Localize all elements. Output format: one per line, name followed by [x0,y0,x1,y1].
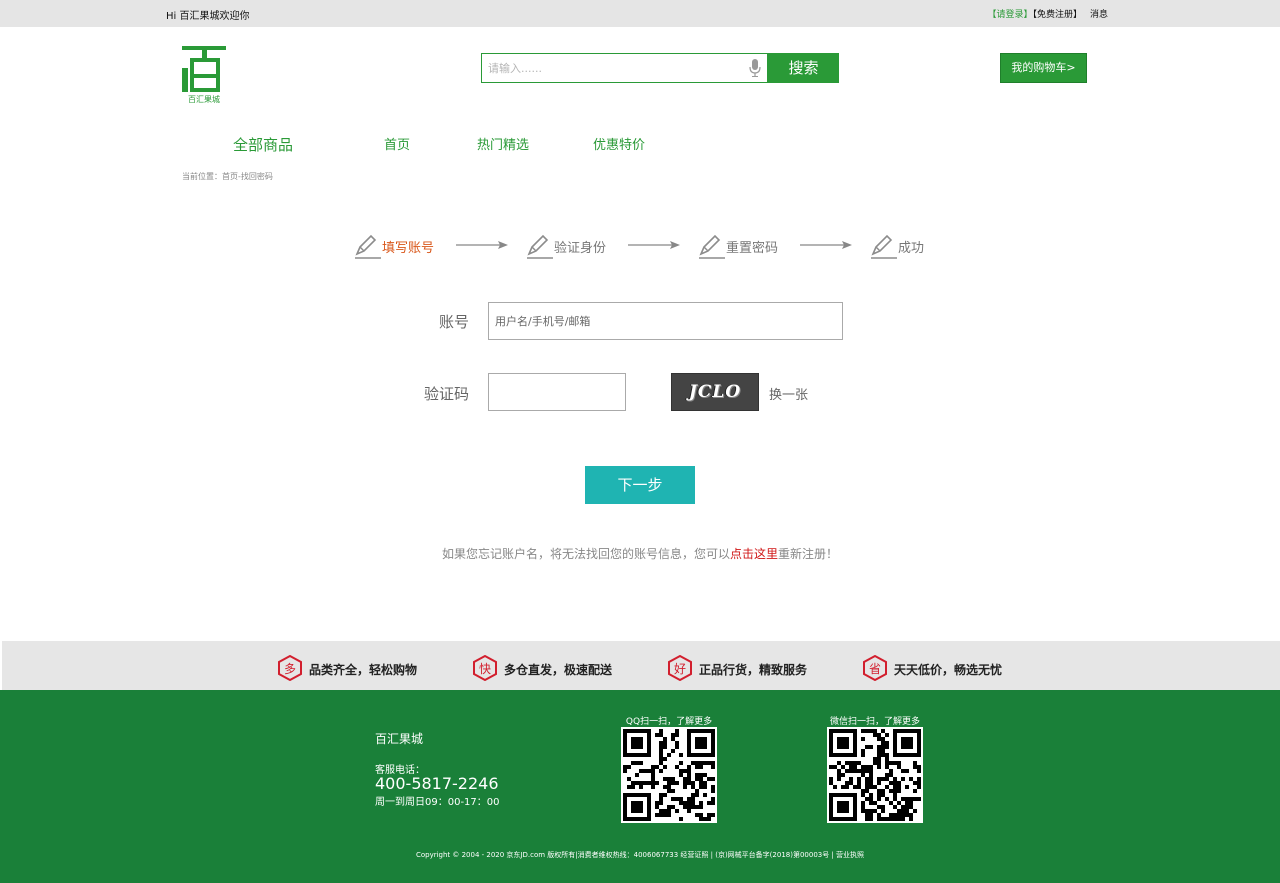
hint-suffix: 重新注册！ [778,547,839,561]
pencil-icon [355,234,381,259]
feature-text: 多仓直发，极速配送 [504,663,613,677]
hint-prefix: 如果您忘记账户名，将无法找回您的账号信息，您可以 [441,547,730,561]
pencil-icon [527,234,553,259]
feature-icon-char: 省 [868,662,881,676]
greeting-text: Hi 百汇果城欢迎你 [166,11,250,22]
step-label: 重置密码 [726,241,779,256]
service-phone: 400-5817-2246 [375,774,499,793]
register-here-link[interactable]: 点击这里 [730,547,778,561]
step-label: 验证身份 [554,241,607,256]
refresh-captcha-link[interactable]: 换一张 [769,384,808,403]
arrow-right-icon [456,241,508,249]
qq-qr-code [621,727,717,823]
account-input[interactable] [488,302,843,340]
account-label: 账号 [438,313,469,331]
nav-home[interactable]: 首页 [384,134,410,153]
logo-text: 百汇果城 [188,95,220,104]
feature-text: 品类齐全，轻松购物 [309,663,418,677]
breadcrumb: 当前位置：首页-找回密码 [182,172,273,181]
qq-qr-caption: QQ扫一扫，了解更多 [625,717,713,727]
messages-link[interactable]: 消息 [1090,10,1108,20]
feature-text: 天天低价，畅选无忧 [894,663,1003,677]
footer: 百汇果城 客服电话： 400-5817-2246 周一到周日09：00-17：0… [0,690,1280,883]
top-bar-links: 【请登录】【免费注册】 消息 [987,7,1108,20]
nav-hot-picks[interactable]: 热门精选 [477,134,529,153]
microphone-icon[interactable] [748,59,762,77]
feature-text: 正品行货，精致服务 [699,663,808,677]
feature-icon-char: 多 [283,662,296,676]
captcha-text: JCLO [688,382,742,402]
next-step-button[interactable]: 下一步 [585,466,695,504]
wechat-qr-code [827,727,923,823]
search-input[interactable] [481,53,768,83]
captcha-label: 验证码 [423,385,469,403]
pencil-icon [871,234,897,259]
search-button[interactable]: 搜索 [768,53,839,83]
forgot-account-hint: 如果您忘记账户名，将无法找回您的账号信息，您可以点击这里重新注册！ [0,545,1280,562]
feature-strip: 多 品类齐全，轻松购物 快 多仓直发，极速配送 好 正品行货，精致服务 省 天天… [2,641,1280,690]
wechat-qr-caption: 微信扫一扫，了解更多 [829,717,920,727]
pencil-icon [699,234,725,259]
nav-specials[interactable]: 优惠特价 [593,134,645,153]
top-bar: Hi 百汇果城欢迎你 【请登录】【免费注册】 消息 [0,0,1280,27]
search-bar: 搜索 [481,53,839,83]
feature-icon-char: 好 [673,662,686,676]
footer-brand: 百汇果城 [375,732,424,746]
nav-all-products[interactable]: 全部商品 [233,134,293,155]
step-label: 填写账号 [382,241,435,256]
service-hours: 周一到周日09：00-17：00 [375,797,500,808]
copyright-text: Copyright © 2004 - 2020 京东JD.com 版权所有|消费… [415,851,865,859]
step-label: 成功 [898,241,925,256]
arrow-right-icon [800,241,852,249]
captcha-image[interactable]: JCLO [671,373,759,411]
login-link[interactable]: 【请登录】 [987,10,1032,20]
cart-button[interactable]: 我的购物车> [1000,53,1087,83]
register-link[interactable]: 【免费注册】 [1032,10,1082,20]
captcha-input[interactable] [488,373,626,411]
arrow-right-icon [628,241,680,249]
feature-icon-char: 快 [478,662,491,676]
